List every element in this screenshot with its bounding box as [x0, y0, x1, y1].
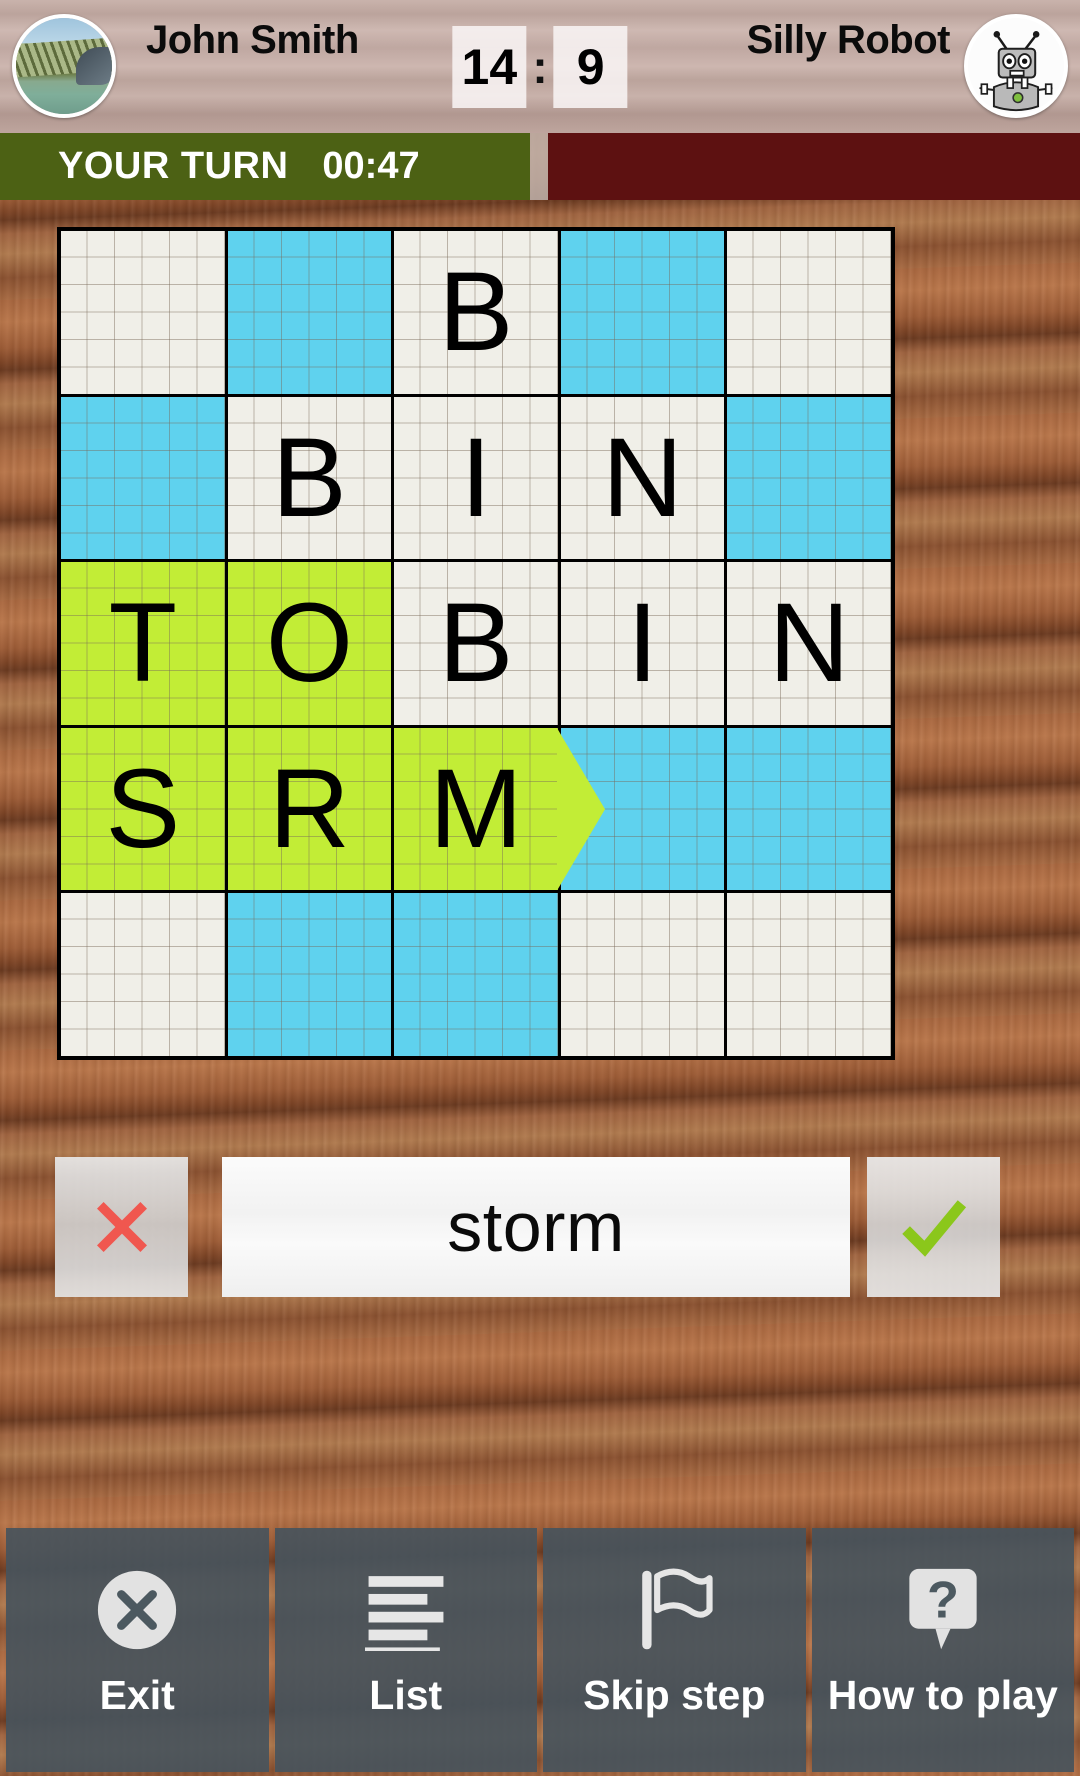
board-cell-r5c2[interactable] [227, 893, 392, 1056]
toolbar-button-label: Exit [99, 1672, 175, 1718]
toolbar-button-skip-step[interactable]: Skip step [543, 1528, 806, 1772]
board-cell-r5c1[interactable] [61, 893, 225, 1056]
photo-avatar-icon [16, 18, 112, 114]
bottom-toolbar: Exit List Skip step? How to play [0, 1528, 1080, 1776]
grid-paper-texture [61, 231, 225, 394]
grid-paper-texture [727, 893, 891, 1056]
board-cell-r2c5[interactable] [727, 396, 891, 560]
grid-paper-texture [560, 231, 725, 394]
x-icon [96, 1202, 147, 1252]
board-cell-r1c1[interactable] [61, 231, 225, 394]
board-cell-r3c1[interactable]: T [61, 562, 225, 725]
player-left-name: John Smith [146, 18, 359, 62]
grid-paper-texture [227, 231, 392, 394]
board-cell-r3c4[interactable]: I [560, 562, 725, 725]
board-cell-r3c3[interactable]: B [394, 562, 558, 725]
board-cell-r5c4[interactable] [560, 893, 725, 1056]
avatar-player-right[interactable] [964, 14, 1068, 118]
board-cell-r2c3[interactable]: I [394, 396, 558, 560]
board-cell-r1c3[interactable]: B [394, 231, 558, 394]
grid-paper-texture [727, 396, 891, 560]
robot-avatar-icon [968, 18, 1064, 114]
check-icon [901, 1200, 966, 1257]
grid-paper-texture [560, 727, 725, 891]
toolbar-button-label: How to play [827, 1672, 1058, 1718]
flag-icon [634, 1568, 714, 1652]
board-cell-r4c5[interactable] [727, 727, 891, 891]
avatar-player-left[interactable] [12, 14, 116, 118]
turn-divider [530, 133, 548, 200]
word-input-field[interactable]: storm [222, 1157, 850, 1297]
board-cell-letter: B [272, 414, 347, 540]
turn-timer: 00:47 [322, 145, 420, 187]
cancel-word-button[interactable] [55, 1157, 188, 1297]
board-cell-letter: N [602, 414, 684, 540]
board-cell-letter: S [105, 746, 181, 872]
grid-paper-texture [61, 396, 225, 560]
board-cell-letter: I [460, 414, 492, 540]
board-cell-letter: O [265, 580, 353, 706]
grid-paper-texture [61, 893, 225, 1056]
board-cell-r3c2[interactable]: O [227, 562, 392, 725]
score-right: 9 [553, 26, 628, 108]
turn-active-panel: YOUR TURN 00:47 [0, 133, 530, 200]
toolbar-button-list[interactable]: List [274, 1528, 537, 1772]
board-cell-r1c2[interactable] [227, 231, 392, 394]
list-lines-icon [364, 1568, 447, 1652]
grid-paper-texture [227, 893, 392, 1056]
board-cell-r2c1[interactable] [61, 396, 225, 560]
grid-paper-texture [560, 893, 725, 1056]
board-cell-r4c1[interactable]: S [61, 727, 225, 891]
toolbar-button-how-to-play[interactable]: ? How to play [811, 1528, 1074, 1772]
grid-paper-texture [727, 727, 891, 891]
board-cell-r3c5[interactable]: N [727, 562, 891, 725]
player-right-name: Silly Robot [746, 18, 951, 62]
grid-paper-texture [727, 231, 891, 394]
turn-opponent-panel [548, 133, 1080, 200]
game-board[interactable]: BBINTOBINSRM [57, 227, 895, 1060]
question-bubble-icon: ? [904, 1568, 982, 1652]
grid-paper-texture [394, 893, 558, 1056]
toolbar-button-label: Skip step [583, 1672, 766, 1718]
board-cell-r2c2[interactable]: B [227, 396, 392, 560]
toolbar-button-exit[interactable]: Exit [6, 1528, 269, 1772]
score-separator: : [532, 41, 548, 93]
board-cell-r1c5[interactable] [727, 231, 891, 394]
board-cell-letter: R [268, 746, 350, 872]
confirm-word-button[interactable] [867, 1157, 1000, 1297]
board-cell-letter: T [108, 580, 177, 706]
game-header: John Smith 14 : 9 Silly Robot [0, 0, 1080, 133]
board-cell-r1c4[interactable] [560, 231, 725, 394]
board-cell-letter: B [438, 249, 514, 375]
score-left: 14 [452, 26, 527, 108]
board-cell-r2c4[interactable]: N [560, 396, 725, 560]
scoreboard: 14 : 9 [452, 26, 628, 108]
board-cell-letter: I [627, 580, 659, 706]
toolbar-button-label: List [369, 1672, 443, 1718]
circle-x-icon [94, 1568, 180, 1652]
word-input-value: storm [447, 1188, 625, 1266]
board-cell-r4c2[interactable]: R [227, 727, 392, 891]
board-cell-r5c3[interactable] [394, 893, 558, 1056]
board-cell-r4c4[interactable] [560, 727, 725, 891]
board-cell-letter: B [438, 580, 514, 706]
svg-text:?: ? [927, 1571, 959, 1629]
turn-label: YOUR TURN [58, 145, 289, 187]
board-cell-letter: N [768, 580, 850, 706]
board-cell-letter: M [429, 746, 523, 872]
board-cell-r5c5[interactable] [727, 893, 891, 1056]
board-cell-r4c3[interactable]: M [394, 727, 605, 891]
word-input-row: storm [0, 1157, 1080, 1297]
turn-status-bar: YOUR TURN 00:47 [0, 133, 1080, 200]
